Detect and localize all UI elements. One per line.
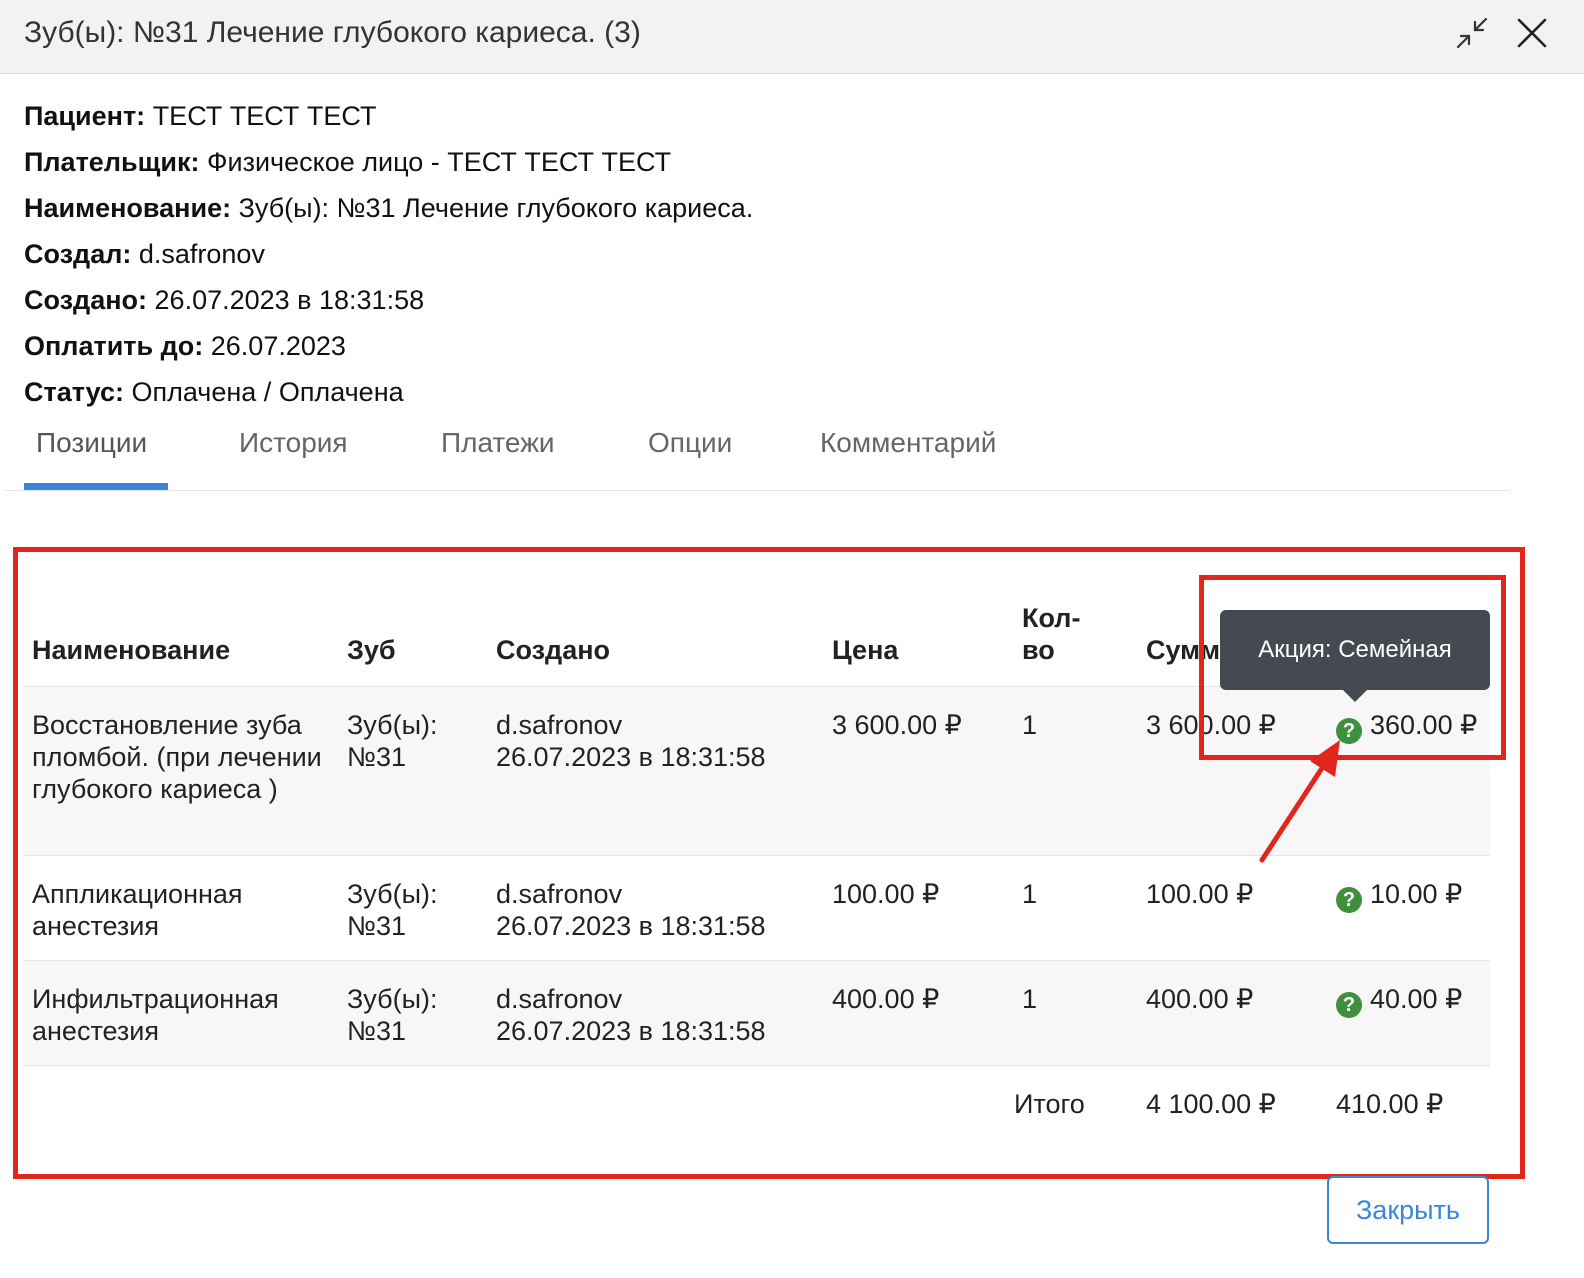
info-patient: Пациент: ТЕСТ ТЕСТ ТЕСТ [24, 101, 377, 131]
total-label: Итого [1014, 1064, 1138, 1138]
info-due-date: Оплатить до: 26.07.2023 [24, 331, 346, 361]
cell-price: 100.00 ₽ [824, 854, 1014, 960]
cell-price: 400.00 ₽ [824, 959, 1014, 1065]
tab-positions[interactable]: Позиции [36, 427, 147, 459]
info-created-at: Создано: 26.07.2023 в 18:31:58 [24, 285, 425, 315]
cell-created: d.safronov 26.07.2023 в 18:31:58 [488, 685, 824, 855]
table-row: Инфильтрационная анестезия Зуб(ы): №31 d.… [24, 959, 1490, 1065]
tab-options[interactable]: Опции [648, 427, 732, 459]
tooltip-arrow [1343, 690, 1367, 702]
cell-sum: 400.00 ₽ [1138, 959, 1328, 1065]
collapse-arrows-icon[interactable] [1455, 16, 1489, 50]
cell-tooth: Зуб(ы): №31 [339, 685, 488, 855]
active-tab-indicator [24, 483, 168, 490]
total-discount: 410.00 ₽ [1328, 1064, 1490, 1138]
cell-discount: ? 10.00 ₽ [1328, 854, 1490, 960]
total-sum: 4 100.00 ₽ [1138, 1064, 1328, 1138]
cell-created: d.safronov 26.07.2023 в 18:31:58 [488, 854, 824, 960]
question-circle-icon[interactable]: ? [1336, 717, 1362, 744]
table-row: Аппликационная анестезия Зуб(ы): №31 d.sa… [24, 854, 1490, 960]
tab-history[interactable]: История [239, 427, 348, 459]
table-total-row: Итого 4 100.00 ₽ 410.00 ₽ [24, 1064, 1490, 1138]
table-row: Восстановление зуба пломбой. (при лечени… [24, 685, 1490, 855]
col-created-header: Создано [496, 634, 611, 665]
cell-price: 3 600.00 ₽ [824, 685, 1014, 855]
cell-sum: 3 600.00 ₽ [1138, 685, 1328, 855]
col-tooth-header: Зуб [347, 634, 396, 665]
close-icon[interactable] [1515, 16, 1549, 50]
cell-discount: ? 360.00 ₽ [1328, 685, 1490, 855]
col-qty-header: Кол-во [1022, 602, 1081, 665]
cell-sum: 100.00 ₽ [1138, 854, 1328, 960]
cell-discount: ? 40.00 ₽ [1328, 959, 1490, 1065]
close-button[interactable]: Закрыть [1327, 1176, 1489, 1244]
invoice-info: Пациент: ТЕСТ ТЕСТ ТЕСТ Плательщик: Физи… [24, 93, 753, 415]
info-name: Наименование: Зуб(ы): №31 Лечение глубок… [24, 193, 754, 223]
cell-name: Аппликационная анестезия [24, 854, 339, 960]
tab-comment[interactable]: Комментарий [820, 427, 996, 459]
tab-bar: Позиции История Платежи Опции Комментари… [4, 417, 1510, 491]
dialog-header: Зуб(ы): №31 Лечение глубокого кариеса. (… [0, 0, 1584, 74]
question-circle-icon[interactable]: ? [1336, 886, 1362, 913]
info-created-by: Создал: d.safronov [24, 239, 265, 269]
cell-qty: 1 [1014, 685, 1138, 855]
cell-created: d.safronov 26.07.2023 в 18:31:58 [488, 959, 824, 1065]
cell-tooth: Зуб(ы): №31 [339, 959, 488, 1065]
info-payer: Плательщик: Физическое лицо - ТЕСТ ТЕСТ … [24, 147, 672, 177]
col-price-header: Цена [832, 634, 899, 665]
cell-name: Инфильтрационная анестезия [24, 959, 339, 1065]
discount-tooltip: Акция: Семейная [1220, 610, 1490, 690]
col-name-header: Наименование [32, 634, 231, 665]
cell-qty: 1 [1014, 959, 1138, 1065]
dialog-title: Зуб(ы): №31 Лечение глубокого кариеса. (… [24, 16, 641, 49]
cell-name: Восстановление зуба пломбой. (при лечени… [24, 685, 339, 855]
cell-tooth: Зуб(ы): №31 [339, 854, 488, 960]
info-status: Статус: Оплачена / Оплачена [24, 377, 404, 407]
tab-payments[interactable]: Платежи [441, 427, 555, 459]
cell-qty: 1 [1014, 854, 1138, 960]
question-circle-icon[interactable]: ? [1336, 991, 1362, 1018]
